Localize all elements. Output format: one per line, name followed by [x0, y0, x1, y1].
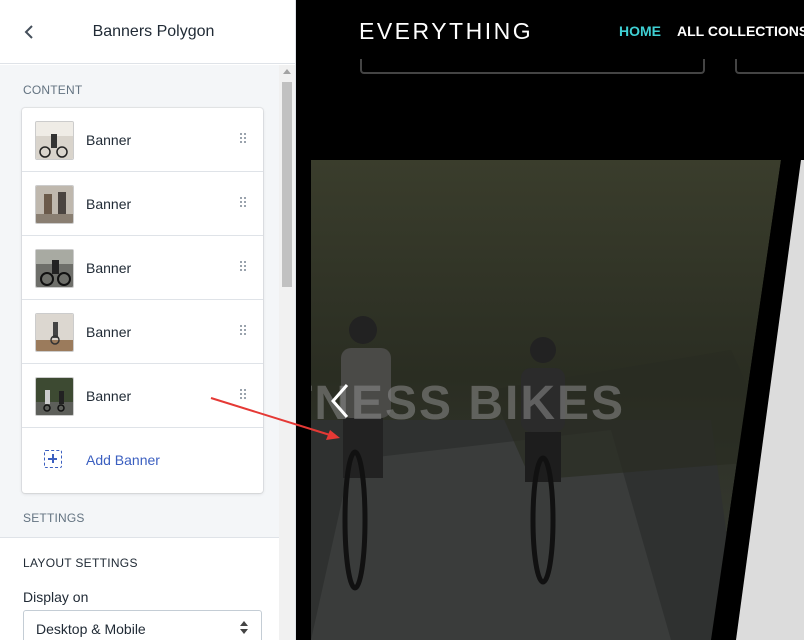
store-logo[interactable]: EVERYTHING: [359, 18, 533, 45]
back-button[interactable]: [18, 20, 42, 44]
drag-handle-icon[interactable]: [240, 133, 247, 145]
drag-handle-icon[interactable]: [240, 389, 247, 401]
editor-scroll-area[interactable]: CONTENT Banner Banner Banner Banner Bann…: [0, 65, 295, 640]
add-banner-button[interactable]: Add Banner: [22, 428, 263, 492]
settings-card: LAYOUT SETTINGS Display on Desktop & Mob…: [0, 537, 279, 640]
list-item[interactable]: Banner: [22, 108, 263, 172]
nav-link-all-collections[interactable]: ALL COLLECTIONS: [677, 23, 804, 39]
block-label: Banner: [86, 132, 132, 148]
blocks-list: Banner Banner Banner Banner Banner Add B…: [22, 108, 263, 493]
header-outline-box: [735, 59, 804, 74]
banner-thumbnail: [35, 249, 74, 288]
block-label: Banner: [86, 388, 132, 404]
scroll-up-icon[interactable]: [283, 69, 291, 74]
drag-handle-icon[interactable]: [240, 261, 247, 273]
store-preview: EVERYTHING HOME ALL COLLECTIONS TNESS BI…: [311, 0, 804, 640]
banner-thumbnail: [35, 313, 74, 352]
display-on-select[interactable]: Desktop & Mobile: [23, 610, 262, 640]
banner-thumbnail: [35, 377, 74, 416]
list-item[interactable]: Banner: [22, 172, 263, 236]
main-nav: HOME ALL COLLECTIONS: [619, 23, 804, 39]
hero-heading: TNESS BIKES: [311, 377, 626, 430]
settings-section-label: SETTINGS: [23, 511, 85, 525]
list-item[interactable]: Banner: [22, 364, 263, 428]
list-item[interactable]: Banner: [22, 236, 263, 300]
editor-header: Banners Polygon: [0, 0, 295, 64]
content-section-label: CONTENT: [23, 83, 83, 97]
display-on-label: Display on: [23, 589, 89, 605]
select-arrows-icon: [239, 621, 249, 635]
section-title: Banners Polygon: [92, 22, 215, 40]
layout-settings-heading: LAYOUT SETTINGS: [23, 556, 138, 570]
drag-handle-icon[interactable]: [240, 325, 247, 337]
chevron-left-icon: [24, 25, 33, 39]
banner-thumbnail: [35, 185, 74, 224]
add-banner-label: Add Banner: [86, 452, 160, 468]
display-on-value: Desktop & Mobile: [36, 621, 146, 637]
block-label: Banner: [86, 324, 132, 340]
scrollbar-thumb[interactable]: [282, 82, 292, 287]
add-block-icon: [44, 450, 62, 468]
block-label: Banner: [86, 260, 132, 276]
block-label: Banner: [86, 196, 132, 212]
theme-editor-panel: Banners Polygon CONTENT Banner Banner Ba…: [0, 0, 296, 640]
list-item[interactable]: Banner: [22, 300, 263, 364]
banner-thumbnail: [35, 121, 74, 160]
chevron-left-icon[interactable]: [329, 383, 353, 419]
hero-banner: TNESS BIKES: [311, 160, 804, 640]
header-outline-box: [360, 59, 705, 74]
nav-link-home[interactable]: HOME: [619, 23, 661, 39]
drag-handle-icon[interactable]: [240, 197, 247, 209]
